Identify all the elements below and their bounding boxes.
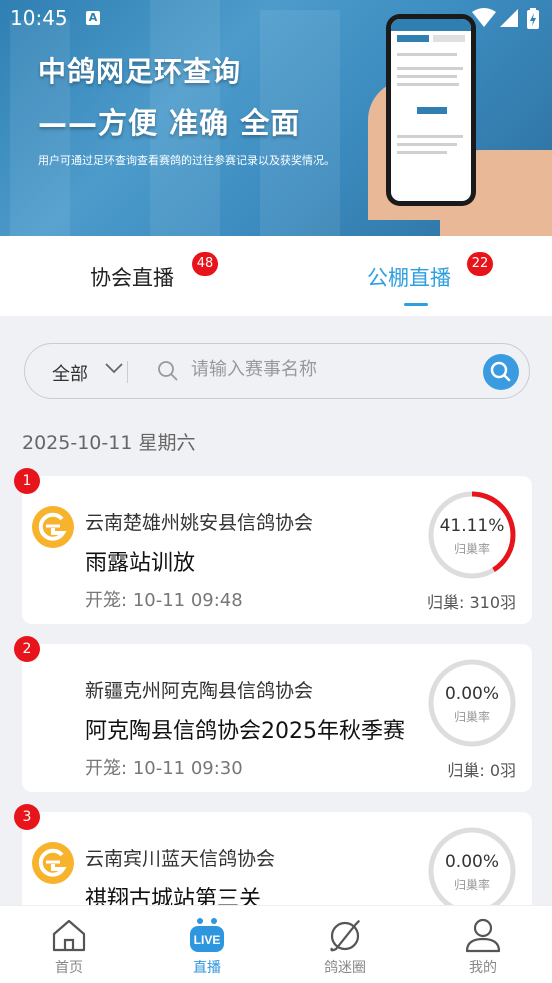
rank-badge: 2 [14, 636, 40, 662]
wifi-icon [472, 8, 496, 27]
nav-profile[interactable]: 我的 [414, 906, 552, 983]
nav-profile-label: 我的 [469, 960, 497, 976]
release-time: 开笼: 10-11 09:30 [85, 758, 243, 779]
association-name: 新疆克州阿克陶县信鸽协会 [85, 680, 314, 702]
search-divider [127, 361, 128, 383]
profile-icon [465, 918, 501, 953]
race-name: 阿克陶县信鸽协会2025年秋季赛 [85, 719, 405, 744]
race-name: 雨露站训放 [85, 551, 196, 576]
nav-home-label: 首页 [55, 960, 83, 976]
homing-rate-value: 0.00% [444, 684, 499, 704]
search-button-icon [490, 361, 511, 382]
banner-subtitle: ——方便 准确 全面 [38, 106, 301, 140]
nav-community-label: 鸽迷圈 [324, 960, 366, 976]
phone-mockup [386, 14, 476, 206]
loft-live-badge: 22 [467, 252, 493, 276]
home-icon [52, 919, 86, 952]
active-tab-indicator [404, 303, 428, 306]
tab-association-live[interactable]: 协会直播 [90, 262, 174, 292]
search-button[interactable] [483, 354, 519, 390]
live-tabs: 协会直播 48 公棚直播 22 [0, 236, 552, 316]
association-name: 云南楚雄州姚安县信鸽协会 [85, 512, 314, 534]
homed-count: 归巢: 310羽 [426, 593, 516, 612]
svg-text:LIVE: LIVE [194, 933, 221, 947]
live-icon: LIVE [190, 918, 224, 952]
homing-rate-value: 41.11% [439, 516, 505, 536]
race-card[interactable]: 云南楚雄州姚安县信鸽协会 雨露站训放 开笼: 10-11 09:48 41.11… [22, 476, 532, 624]
homed-count: 归巢: 0羽 [447, 761, 516, 780]
search-bar: 全部 [24, 343, 530, 399]
nav-live[interactable]: LIVE 直播 [138, 906, 276, 983]
banner-description: 用户可通过足环查询查看赛鸽的过往参赛记录以及获奖情况。 [38, 154, 335, 167]
nav-community[interactable]: 鸽迷圈 [276, 906, 414, 983]
filter-dropdown[interactable]: 全部 [52, 360, 88, 386]
rank-badge: 1 [14, 468, 40, 494]
association-live-badge: 48 [192, 252, 218, 276]
status-bar: 10:45 A [0, 0, 552, 38]
chevron-down-icon[interactable] [105, 362, 123, 374]
homing-rate-label: 归巢率 [453, 878, 490, 892]
planet-icon [330, 920, 360, 952]
association-logo-icon [32, 842, 74, 884]
rank-badge: 3 [14, 804, 40, 830]
nav-live-label: 直播 [193, 960, 221, 976]
bottom-nav: 首页 LIVE 直播 鸽迷圈 我的 [0, 905, 552, 983]
tab-loft-live[interactable]: 公棚直播 [367, 262, 451, 292]
homing-rate-label: 归巢率 [453, 542, 490, 556]
notification-a-icon: A [86, 11, 100, 25]
battery-icon [527, 8, 539, 29]
status-time: 10:45 [10, 6, 68, 30]
search-icon [158, 361, 178, 381]
association-name: 云南宾川蓝天信鸽协会 [85, 848, 276, 870]
signal-icon [500, 9, 518, 27]
race-card[interactable]: 新疆克州阿克陶县信鸽协会 阿克陶县信鸽协会2025年秋季赛 开笼: 10-11 … [22, 644, 532, 792]
release-time: 开笼: 10-11 09:48 [85, 590, 243, 611]
association-logo-icon [32, 506, 74, 548]
homing-rate-label: 归巢率 [453, 710, 490, 724]
banner-title: 中鸽网足环查询 [38, 55, 242, 88]
date-header: 2025-10-11 星期六 [22, 432, 196, 454]
homing-rate-value: 0.00% [444, 852, 499, 872]
search-input[interactable] [191, 359, 471, 380]
nav-home[interactable]: 首页 [0, 906, 138, 983]
